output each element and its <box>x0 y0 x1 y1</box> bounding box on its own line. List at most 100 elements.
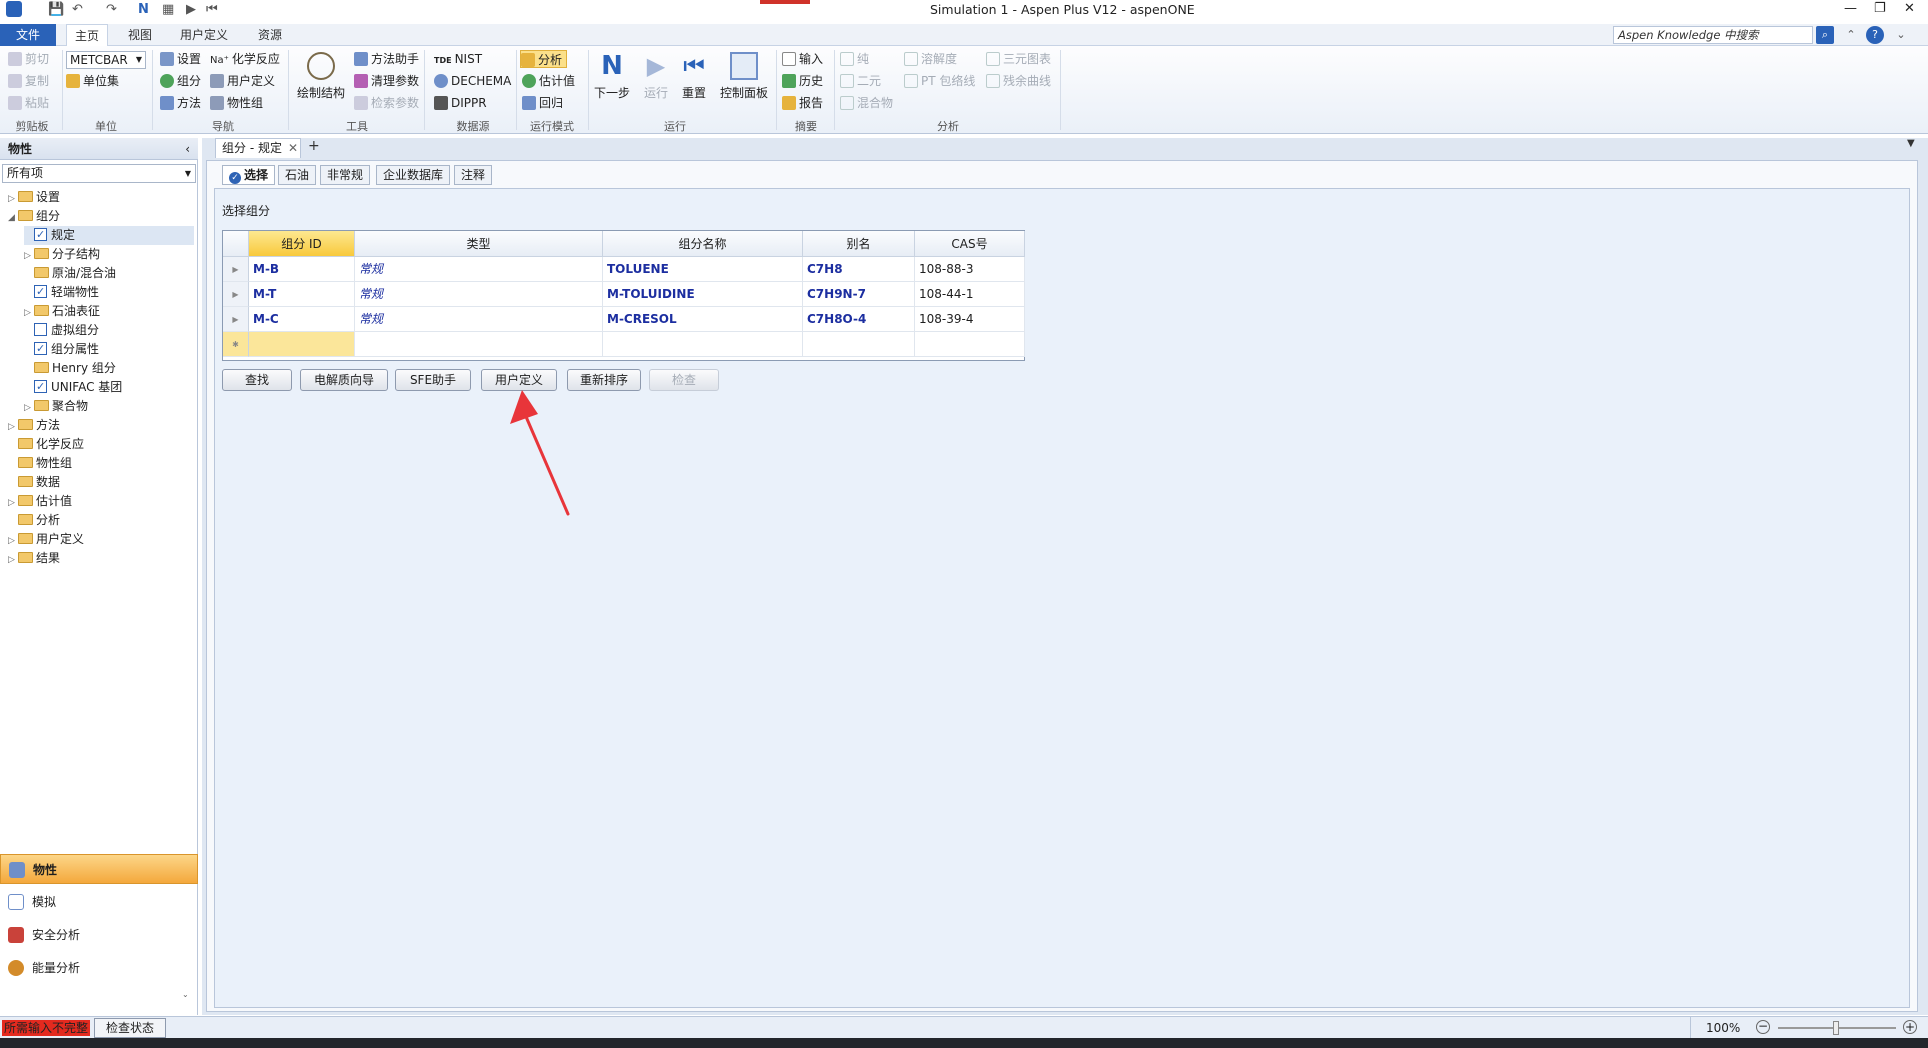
residue-curve-button[interactable]: 残余曲线 <box>986 72 1051 90</box>
collapse-ribbon-icon[interactable]: ⌃ <box>1842 26 1860 44</box>
cell-alias[interactable]: C7H9N-7 <box>803 282 915 307</box>
tree-item-petro-char[interactable]: ▷ 石油表征 <box>24 302 100 321</box>
regression-mode-button[interactable]: 回归 <box>522 94 563 112</box>
tree-item-estimation[interactable]: ▷ 估计值 <box>8 492 72 511</box>
row-header[interactable]: ▶ <box>223 307 249 332</box>
nav-filter-select[interactable]: 所有项 ▼ <box>2 164 196 183</box>
file-menu[interactable]: 文件 <box>0 24 56 46</box>
cell-component-name[interactable]: M-TOLUIDINE <box>603 282 803 307</box>
tab-resources[interactable]: 资源 <box>250 24 290 46</box>
ribbon-expand-icon[interactable]: ⌄ <box>1892 26 1910 44</box>
tree-item-molecular-structure[interactable]: ▷ 分子结构 <box>24 245 100 264</box>
cell-cas[interactable]: 108-39-4 <box>915 307 1025 332</box>
cell-component-name[interactable]: TOLUENE <box>603 257 803 282</box>
tab-enterprise-db[interactable]: 企业数据库 <box>376 165 451 185</box>
method-assistant-button[interactable]: 方法助手 <box>354 50 419 68</box>
new-row-header[interactable]: ✱ <box>223 332 249 357</box>
draw-structure-button[interactable]: 绘制结构 <box>294 52 348 101</box>
reset-icon[interactable]: ⏮ <box>206 2 218 17</box>
elec-wizard-button[interactable]: 电解质向导 <box>300 369 388 391</box>
cell-type[interactable]: 常规 <box>355 307 603 332</box>
components-button[interactable]: 组分 <box>160 72 201 90</box>
input-button[interactable]: 输入 <box>782 50 823 68</box>
chem-reactions-button[interactable]: Na⁺ 化学反应 <box>210 50 280 68</box>
column-header-component-id[interactable]: 组分 ID <box>249 231 355 257</box>
estimation-mode-button[interactable]: 估计值 <box>522 72 575 90</box>
nav-properties[interactable]: 物性 <box>0 854 198 884</box>
tree-item-components[interactable]: ◢ 组分 <box>8 207 60 226</box>
tree-item-specifications[interactable]: 规定 <box>24 225 194 245</box>
retrieve-params-button[interactable]: 检索参数 <box>354 94 419 112</box>
tree-item-pseudocomponents[interactable]: 虚拟组分 <box>24 321 99 340</box>
cell-component-id[interactable]: M-C <box>249 307 355 332</box>
search-icon[interactable]: ⌕ <box>1816 26 1834 44</box>
run-button[interactable]: ▶ 运行 <box>638 52 674 101</box>
cell-cas[interactable]: 108-88-3 <box>915 257 1025 282</box>
cell-component-id[interactable]: M-B <box>249 257 355 282</box>
cell-component-id[interactable]: M-T <box>249 282 355 307</box>
save-icon[interactable]: 💾 <box>48 2 64 17</box>
cell-cas[interactable]: 108-44-1 <box>915 282 1025 307</box>
close-button[interactable]: ✕ <box>1904 1 1915 16</box>
redo-icon[interactable]: ↷ <box>106 2 117 17</box>
paste-button[interactable]: 粘贴 <box>8 94 49 112</box>
tree-item-customize[interactable]: ▷ 用户定义 <box>8 530 84 549</box>
cut-button[interactable]: 剪切 <box>8 50 49 68</box>
history-button[interactable]: 历史 <box>782 72 823 90</box>
tab-view[interactable]: 视图 <box>120 24 160 46</box>
nav-more-icon[interactable]: ⌄ <box>182 990 189 999</box>
solubility-button[interactable]: 溶解度 <box>904 50 957 68</box>
tree-item-comp-attr[interactable]: 组分属性 <box>24 339 99 359</box>
tree-item-data[interactable]: 数据 <box>8 473 60 492</box>
cell-alias[interactable]: C7H8 <box>803 257 915 282</box>
reset-button[interactable]: ⏮ 重置 <box>676 52 712 101</box>
tree-item-analysis[interactable]: 分析 <box>8 511 60 530</box>
copy-button[interactable]: 复制 <box>8 72 49 90</box>
nav-safety-analysis[interactable]: 安全分析 <box>0 920 198 950</box>
column-header-cas[interactable]: CAS号 <box>915 231 1025 257</box>
tree-item-polymers[interactable]: ▷ 聚合物 <box>24 397 88 416</box>
binary-button[interactable]: 二元 <box>840 72 881 90</box>
search-input[interactable]: Aspen Knowledge 中搜索 <box>1613 26 1813 44</box>
review-button[interactable]: 检查 <box>649 369 719 391</box>
new-row-name-cell[interactable] <box>603 332 803 357</box>
column-header-component-name[interactable]: 组分名称 <box>603 231 803 257</box>
zoom-out-icon[interactable]: − <box>1756 1020 1770 1034</box>
cell-alias[interactable]: C7H8O-4 <box>803 307 915 332</box>
mixture-button[interactable]: 混合物 <box>840 94 893 112</box>
new-row-type-cell[interactable] <box>355 332 603 357</box>
nav-energy-analysis[interactable]: 能量分析 <box>0 953 198 983</box>
nist-button[interactable]: TDE NIST <box>434 50 482 68</box>
unit-sets-button[interactable]: 单位集 <box>66 72 119 90</box>
report-button[interactable]: 报告 <box>782 94 823 112</box>
row-header[interactable]: ▶ <box>223 257 249 282</box>
tree-item-methods[interactable]: ▷ 方法 <box>8 416 60 435</box>
run-icon[interactable]: ▶ <box>186 2 196 17</box>
dippr-button[interactable]: DIPPR <box>434 94 487 112</box>
tab-customize[interactable]: 用户定义 <box>172 24 236 46</box>
custom-button[interactable]: 用户定义 <box>210 72 275 90</box>
collapse-pane-icon[interactable]: ‹ <box>185 138 190 160</box>
reorder-button[interactable]: 重新排序 <box>567 369 641 391</box>
control-panel-icon[interactable]: ▦ <box>162 2 174 17</box>
help-icon[interactable]: ? <box>1866 26 1884 44</box>
tab-nonconventional[interactable]: 非常规 <box>320 165 371 185</box>
document-tab[interactable]: 组分 - 规定 ✕ <box>215 138 301 158</box>
close-tab-icon[interactable]: ✕ <box>288 141 298 155</box>
nav-simulation[interactable]: 模拟 <box>0 887 198 917</box>
sfe-assistant-button[interactable]: SFE助手 <box>395 369 471 391</box>
setup-button[interactable]: 设置 <box>160 50 201 68</box>
tab-selection[interactable]: ✓ 选择 <box>222 165 276 185</box>
column-header-alias[interactable]: 别名 <box>803 231 915 257</box>
doc-menu-icon[interactable]: ▼ <box>1907 138 1915 149</box>
tree-item-chemistry[interactable]: 化学反应 <box>8 435 84 454</box>
analysis-mode-button[interactable]: 分析 <box>520 50 568 68</box>
tab-comments[interactable]: 注释 <box>454 165 493 185</box>
zoom-in-icon[interactable]: + <box>1903 1020 1917 1034</box>
find-button[interactable]: 查找 <box>222 369 292 391</box>
tree-item-assay-blend[interactable]: 原油/混合油 <box>24 264 116 283</box>
new-row-cas-cell[interactable] <box>915 332 1025 357</box>
methods-button[interactable]: 方法 <box>160 94 201 112</box>
zoom-slider-thumb[interactable] <box>1833 1021 1839 1035</box>
tree-item-results[interactable]: ▷ 结果 <box>8 549 60 568</box>
